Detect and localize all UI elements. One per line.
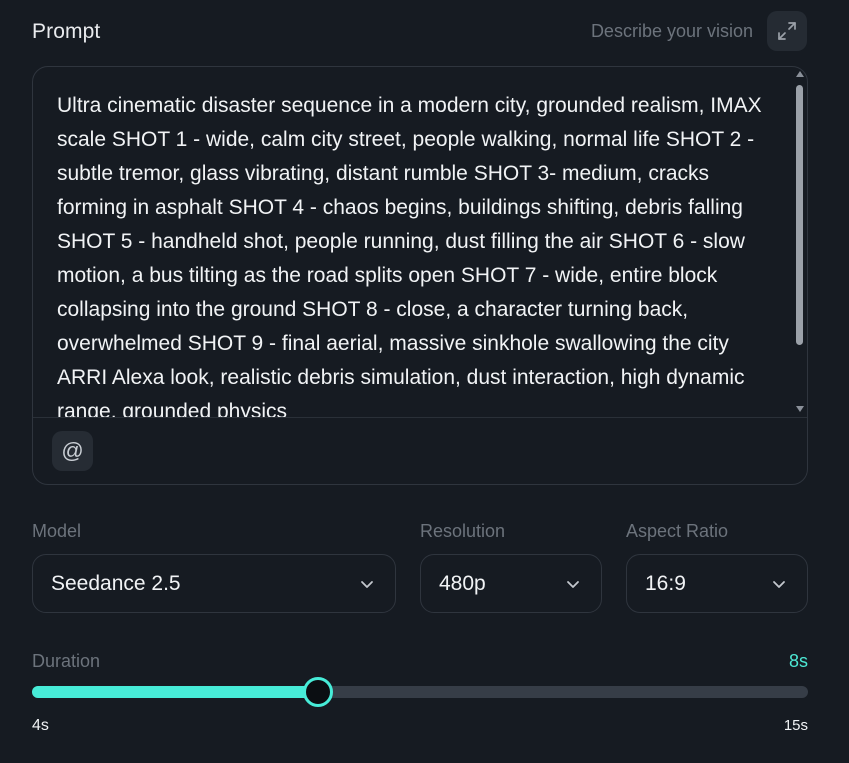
prompt-hint: Describe your vision	[590, 21, 753, 41]
aspect-ratio-select-value: 16:9	[645, 572, 686, 595]
chevron-down-icon	[567, 581, 579, 588]
duration-slider-fill	[32, 686, 318, 698]
model-label: Model	[32, 521, 82, 541]
prompt-textarea-container: Ultra cinematic disaster sequence in a m…	[32, 66, 808, 485]
model-select-value: Seedance 2.5	[51, 572, 181, 595]
aspect-ratio-label: Aspect Ratio	[626, 521, 729, 541]
duration-slider-track[interactable]	[32, 677, 808, 707]
duration-min-label: 4s	[32, 717, 49, 734]
prompt-label: Prompt	[32, 20, 101, 43]
model-select[interactable]: Seedance 2.5	[32, 554, 396, 613]
duration-slider-thumb[interactable]	[302, 677, 333, 707]
expand-button[interactable]	[767, 11, 807, 51]
resolution-select-value: 480p	[439, 572, 486, 595]
scroll-up-arrow-icon[interactable]	[796, 71, 804, 77]
duration-value: 8s	[788, 651, 808, 671]
at-sign-icon: @	[61, 438, 84, 463]
mention-button[interactable]: @	[52, 431, 93, 471]
resolution-label: Resolution	[420, 521, 506, 541]
duration-max-label: 15s	[783, 717, 808, 734]
expand-arrows-icon	[778, 22, 796, 40]
chevron-down-icon	[773, 581, 785, 588]
duration-label: Duration	[32, 651, 101, 671]
aspect-ratio-select[interactable]: 16:9	[626, 554, 808, 613]
resolution-select[interactable]: 480p	[420, 554, 602, 613]
scrollbar-thumb[interactable]	[796, 85, 803, 345]
chevron-down-icon	[361, 581, 373, 588]
scroll-down-arrow-icon[interactable]	[796, 406, 804, 412]
generation-settings-panel: Prompt Describe your vision Ultra cinema…	[0, 0, 849, 763]
prompt-divider	[33, 417, 807, 418]
prompt-textarea[interactable]: Ultra cinematic disaster sequence in a m…	[57, 89, 779, 417]
